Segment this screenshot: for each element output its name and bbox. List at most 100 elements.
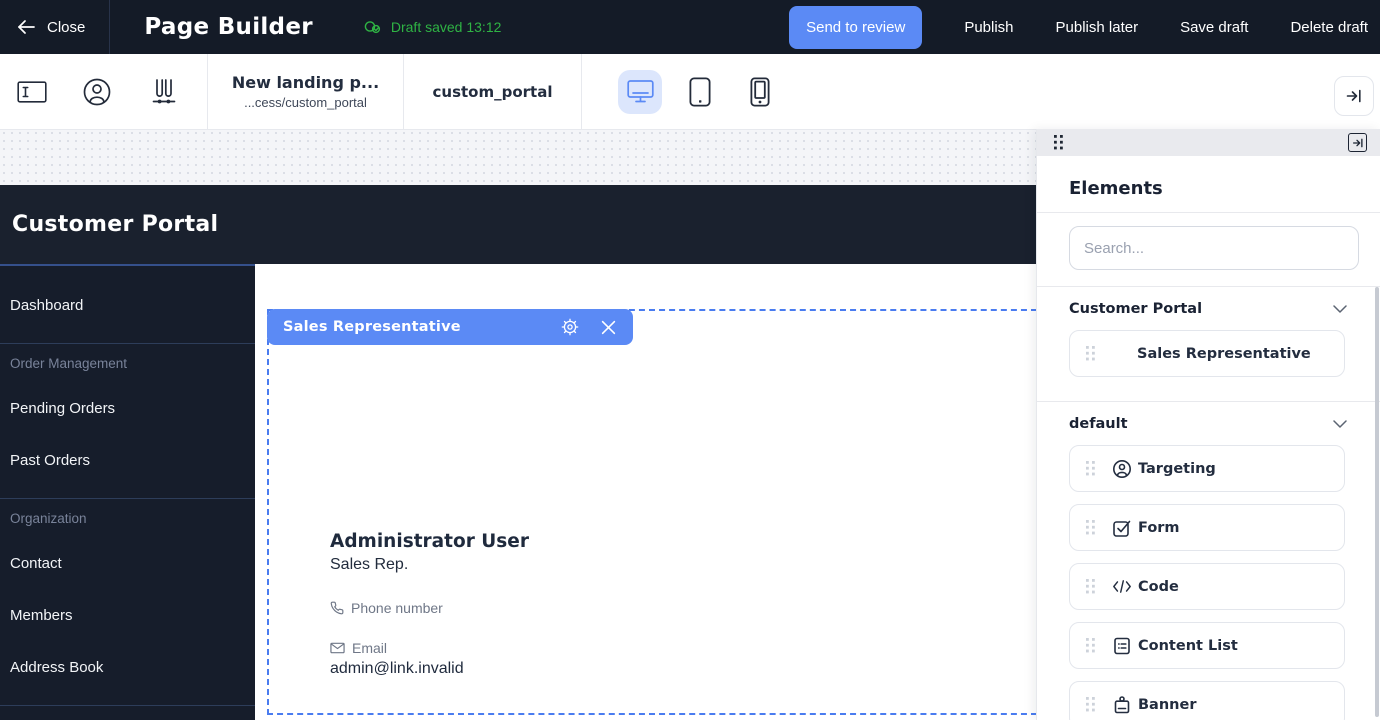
profile-role: Sales Rep. bbox=[330, 556, 529, 574]
page-name: New landing p... bbox=[232, 73, 379, 92]
envelope-icon bbox=[330, 642, 345, 654]
sidebar-item[interactable]: Dashboard bbox=[0, 279, 255, 331]
draft-status: Draft saved 13:12 bbox=[363, 19, 502, 35]
phone-row: Phone number bbox=[330, 600, 529, 616]
email-value: admin@link.invalid bbox=[330, 660, 529, 678]
preview-main: Sales Representative Administrator User … bbox=[255, 264, 1037, 720]
close-label: Close bbox=[47, 19, 85, 36]
element-card-label: Content List bbox=[1138, 638, 1238, 654]
element-card-label: Form bbox=[1138, 520, 1180, 536]
sidebar-section-label: Organization bbox=[0, 499, 255, 537]
audience-tool-button[interactable] bbox=[81, 76, 113, 108]
profile-name: Administrator User bbox=[330, 531, 529, 552]
phone-icon bbox=[330, 601, 344, 615]
audience-icon bbox=[1112, 459, 1132, 479]
sliders-icon bbox=[147, 77, 177, 107]
form-icon bbox=[1112, 518, 1132, 538]
mobile-icon bbox=[750, 77, 770, 107]
sidebar-item[interactable]: Pending Orders bbox=[0, 382, 255, 434]
collapse-right-icon bbox=[1352, 137, 1364, 149]
draft-status-label: Draft saved 13:12 bbox=[391, 19, 502, 35]
element-card[interactable]: Targeting bbox=[1069, 445, 1345, 492]
device-tablet-button[interactable] bbox=[678, 70, 722, 114]
device-desktop-button[interactable] bbox=[618, 70, 662, 114]
audience-icon bbox=[81, 76, 113, 108]
drag-handle-icon[interactable] bbox=[1086, 638, 1096, 653]
sidebar-item[interactable]: Members bbox=[0, 589, 255, 641]
app-title: Page Builder bbox=[144, 14, 313, 40]
element-card-label: Banner bbox=[1138, 697, 1196, 713]
page-path: ...cess/custom_portal bbox=[244, 95, 367, 110]
send-to-review-button[interactable]: Send to review bbox=[789, 6, 922, 49]
publish-button[interactable]: Publish bbox=[964, 19, 1013, 36]
email-row: Email bbox=[330, 640, 529, 656]
element-card-label: Targeting bbox=[1138, 461, 1216, 477]
text-field-icon bbox=[17, 81, 47, 103]
toolbar-divider bbox=[581, 54, 582, 129]
panel-divider bbox=[1037, 212, 1380, 213]
back-arrow-icon bbox=[17, 20, 35, 34]
search-input[interactable] bbox=[1069, 226, 1359, 270]
elements-panel: Elements Customer Portal Sales Representa… bbox=[1036, 129, 1380, 720]
close-icon[interactable] bbox=[600, 319, 617, 336]
drag-handle-icon[interactable] bbox=[1086, 579, 1096, 594]
elements-panel-title: Elements bbox=[1069, 178, 1380, 199]
element-card[interactable]: Sales Representative bbox=[1069, 330, 1345, 377]
element-groups: Customer Portal Sales Representative defau… bbox=[1037, 287, 1380, 720]
selected-element-actions bbox=[560, 317, 617, 337]
topbar: Close Page Builder Draft saved 13:12 Sen… bbox=[0, 0, 1380, 54]
phone-label: Phone number bbox=[351, 600, 443, 616]
gear-icon[interactable] bbox=[560, 317, 580, 337]
element-group-label: default bbox=[1069, 416, 1128, 432]
preview-page-title: Customer Portal bbox=[12, 212, 218, 237]
sidebar-section-label: Order Management bbox=[0, 344, 255, 382]
element-group-header[interactable]: default bbox=[1037, 402, 1380, 445]
chevron-down-icon[interactable] bbox=[1333, 420, 1347, 428]
close-button[interactable]: Close bbox=[0, 0, 109, 54]
topbar-actions: Send to review Publish Publish later Sav… bbox=[789, 6, 1380, 49]
page-builder-app: Close Page Builder Draft saved 13:12 Sen… bbox=[0, 0, 1380, 720]
sidebar-item[interactable]: Past Orders bbox=[0, 434, 255, 486]
element-card[interactable]: Form bbox=[1069, 504, 1345, 551]
drag-handle-icon[interactable] bbox=[1086, 461, 1096, 476]
device-preview-group bbox=[618, 70, 782, 114]
selected-element-label: Sales Representative bbox=[283, 319, 461, 335]
drag-handle-icon[interactable] bbox=[1086, 346, 1096, 361]
element-group-header[interactable]: Customer Portal bbox=[1037, 287, 1380, 330]
collapse-panel-button[interactable] bbox=[1334, 76, 1374, 116]
device-mobile-button[interactable] bbox=[738, 70, 782, 114]
sidebar-section-label: Settings bbox=[0, 706, 255, 720]
chevron-down-icon[interactable] bbox=[1333, 305, 1347, 313]
tablet-icon bbox=[689, 77, 711, 107]
sales-rep-profile: Administrator User Sales Rep. Phone numb… bbox=[330, 531, 529, 678]
banner-icon bbox=[1112, 695, 1132, 715]
topbar-divider bbox=[109, 0, 110, 54]
panel-scrollbar-thumb[interactable] bbox=[1375, 287, 1379, 717]
element-group-label: Customer Portal bbox=[1069, 301, 1202, 317]
page-info[interactable]: New landing p... ...cess/custom_portal bbox=[208, 73, 403, 110]
element-card[interactable]: Banner bbox=[1069, 681, 1345, 720]
element-card[interactable]: Code bbox=[1069, 563, 1345, 610]
elements-panel-drag-bar bbox=[1037, 129, 1380, 156]
text-field-tool-button[interactable] bbox=[16, 76, 48, 108]
preview-page-header: Customer Portal bbox=[0, 185, 1037, 264]
sidebar-item[interactable]: Contact bbox=[0, 537, 255, 589]
panel-drag-handle-icon[interactable] bbox=[1054, 135, 1064, 150]
cloud-check-icon bbox=[363, 19, 382, 35]
tab-custom-portal[interactable]: custom_portal bbox=[404, 83, 581, 101]
preview-sidebar: Dashboard Order ManagementPending OrdersP… bbox=[0, 264, 255, 720]
collapse-elements-panel-button[interactable] bbox=[1348, 133, 1367, 152]
sidebar-item[interactable]: Address Book bbox=[0, 641, 255, 693]
element-card-label: Code bbox=[1138, 579, 1179, 595]
publish-later-button[interactable]: Publish later bbox=[1056, 19, 1139, 36]
element-card[interactable]: Content List bbox=[1069, 622, 1345, 669]
selected-element[interactable]: Sales Representative Administrator User … bbox=[267, 309, 1037, 715]
email-label: Email bbox=[352, 640, 387, 656]
sliders-tool-button[interactable] bbox=[146, 76, 178, 108]
element-card-label: Sales Representative bbox=[1137, 346, 1311, 362]
drag-handle-icon[interactable] bbox=[1086, 697, 1096, 712]
content-list-icon bbox=[1112, 636, 1132, 656]
save-draft-button[interactable]: Save draft bbox=[1180, 19, 1248, 36]
delete-draft-button[interactable]: Delete draft bbox=[1290, 19, 1368, 36]
drag-handle-icon[interactable] bbox=[1086, 520, 1096, 535]
